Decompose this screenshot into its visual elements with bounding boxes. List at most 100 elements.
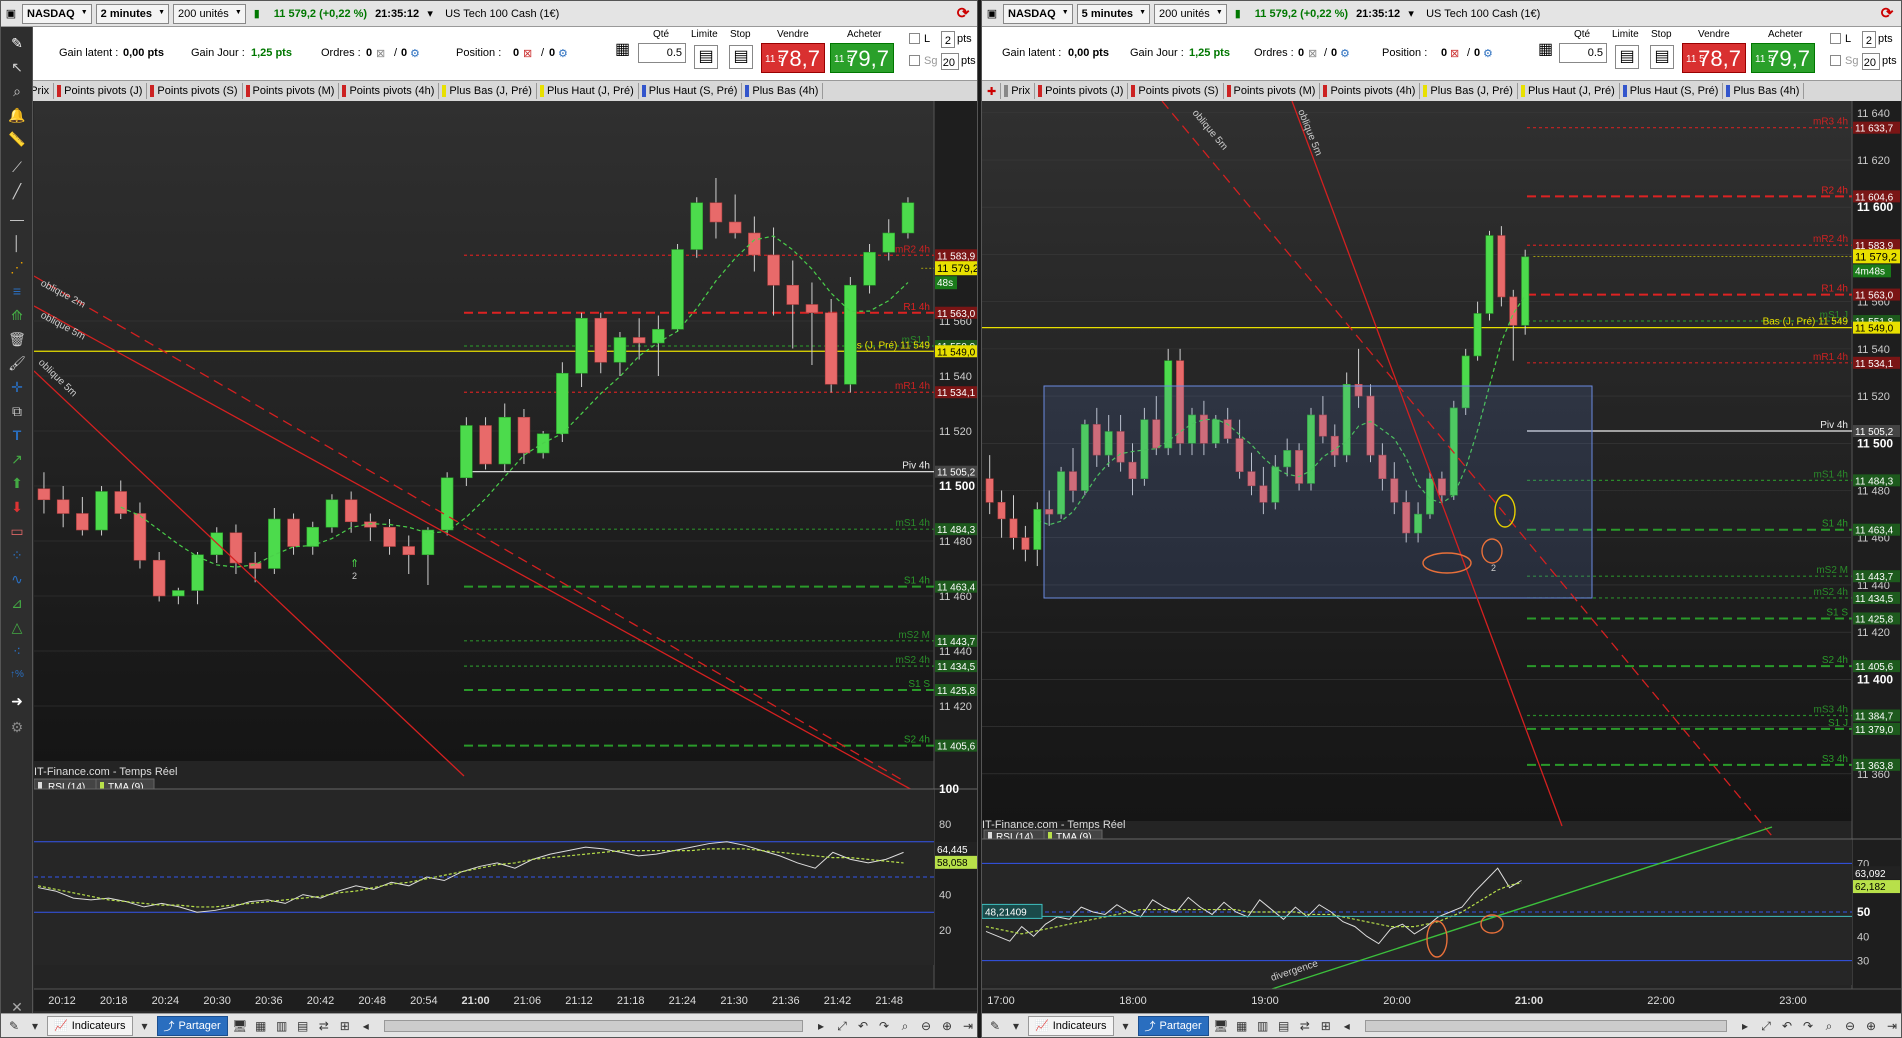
pencil-icon[interactable]: ✎ [986,1017,1004,1035]
brush-icon[interactable]: 🖌 [7,353,27,373]
hline-icon[interactable]: ― [7,209,27,229]
l-checkbox[interactable] [909,33,920,44]
indicator-tag[interactable]: Points pivots (4h) [1321,83,1421,99]
percent-icon[interactable]: ↑% [7,665,27,685]
ordres-settings-icon[interactable]: ⚙ [410,47,420,60]
instrument-select[interactable]: NASDAQ [1003,3,1073,24]
chart-canvas[interactable]: 11 42011 44011 46011 48011 50011 52011 5… [34,101,978,1011]
arrow-up-icon[interactable]: ⬆ [7,473,27,493]
scroll-right-icon[interactable]: ▸ [812,1017,830,1035]
indicator-tag[interactable]: Points pivots (M) [244,83,340,99]
chart-canvas[interactable]: 11 36011 38011 40011 42011 44011 46011 4… [982,101,1901,1013]
zoom-in-icon[interactable]: ⊕ [1862,1017,1880,1035]
window-menu-icon[interactable]: ▣ [985,7,999,21]
position-settings-icon[interactable]: ⚙ [558,47,568,60]
fibonacci-icon[interactable]: ⋰ [7,257,27,277]
refresh-icon[interactable]: ⟳ [1877,4,1897,22]
scroll-left-icon[interactable]: ◂ [357,1017,375,1035]
dropdown-icon[interactable]: ▾ [26,1017,44,1035]
qte-input[interactable]: 0.5 [638,43,686,63]
autoscroll-icon[interactable]: ⇥ [1883,1017,1901,1035]
indicator-tag[interactable]: Plus Haut (S, Pré) [640,83,743,99]
compare-icon[interactable]: ⇄ [1296,1017,1314,1035]
screen-icon[interactable]: 🖥 [231,1017,249,1035]
scroll-left-icon[interactable]: ◂ [1338,1017,1356,1035]
indicator-tag[interactable]: Plus Bas (J, Pré) [440,83,537,99]
settings-icon[interactable]: ⚙ [7,717,27,737]
partager-button[interactable]: ⤴ Partager [156,1015,228,1036]
arrow-tool-icon[interactable]: ↗ [7,449,27,469]
alert-bell-icon[interactable]: 🔔 [7,105,27,125]
calculator-icon[interactable]: ▦ [1538,42,1553,58]
channel-icon[interactable]: ≡ [7,281,27,301]
calculator-icon[interactable]: ▦ [615,42,630,58]
pencil-icon[interactable]: ✎ [5,1017,23,1035]
sell-button[interactable]: 11 5 78,7 [761,43,825,73]
buy-button[interactable]: 11 5 79,7 [830,43,894,73]
undo-icon[interactable]: ↶ [854,1017,872,1035]
points-icon[interactable]: ⁘ [7,545,27,565]
zoom-in-icon[interactable]: ⊕ [938,1017,956,1035]
screen-icon[interactable]: 🖥 [1212,1017,1230,1035]
sell-button[interactable]: 11 5 78,7 [1682,43,1746,73]
indicateurs-button[interactable]: 📈 Indicateurs [47,1015,133,1036]
indicator-tag[interactable]: Points pivots (S) [148,83,243,99]
dropdown-icon[interactable]: ▾ [423,7,437,21]
sg-checkbox[interactable] [1830,55,1841,66]
position-close-icon[interactable]: ⊠ [1450,47,1459,60]
pts-input[interactable]: 2 [941,31,955,48]
zoom-fit-icon[interactable]: ⌕ [896,1017,914,1035]
l-checkbox[interactable] [1830,33,1841,44]
indicator-tag[interactable]: Plus Haut (S, Pré) [1621,83,1724,99]
horizontal-scrollbar[interactable] [1364,1019,1727,1032]
layout-icon[interactable]: ⊞ [336,1017,354,1035]
indicator-tag[interactable]: Points pivots (J) [55,83,148,99]
cursor-icon[interactable]: ↖ [7,57,27,77]
pencil-icon[interactable]: ✎ [7,33,27,53]
refresh-icon[interactable]: ⟳ [953,4,973,22]
triangle-icon[interactable]: △ [7,617,27,637]
indicator-tag[interactable]: Points pivots (4h) [340,83,440,99]
fit-icon[interactable]: ⤢ [833,1017,851,1035]
trendline-icon[interactable]: ⟋ [7,157,27,177]
rectangle-icon[interactable]: ▭ [7,521,27,541]
timeframe-select[interactable]: 2 minutes [95,3,170,24]
autoscroll-icon[interactable]: ⇥ [959,1017,977,1035]
stop-order-icon[interactable]: ▤ [1650,45,1674,69]
sg-input[interactable]: 20 [1862,53,1880,70]
table-icon[interactable]: ▦ [252,1017,270,1035]
zoom-out-icon[interactable]: ⊖ [1841,1017,1859,1035]
indicator-tag[interactable]: Prix [1002,83,1036,99]
scroll-right-icon[interactable]: ▸ [1736,1017,1754,1035]
pitchfork-icon[interactable]: ⟰ [7,305,27,325]
indicator-tag[interactable]: Points pivots (M) [1225,83,1321,99]
instrument-select[interactable]: NASDAQ [22,3,92,24]
pattern-icon[interactable]: ⊿ [7,593,27,613]
table-icon[interactable]: ▦ [1233,1017,1251,1035]
ruler-icon[interactable]: 📏 [7,129,27,149]
partager-button[interactable]: ⤴ Partager [1137,1015,1209,1036]
arrow-right-icon[interactable]: ➜ [7,691,27,711]
limite-order-icon[interactable]: ▤ [694,45,718,69]
chart-type-icon[interactable]: ▥ [273,1017,291,1035]
bars-icon[interactable]: ▤ [294,1017,312,1035]
delete-icon[interactable]: 🗑 [7,329,27,349]
indicator-tag[interactable]: Points pivots (J) [1036,83,1129,99]
stop-order-icon[interactable]: ▤ [729,45,753,69]
buy-button[interactable]: 11 5 79,7 [1751,43,1815,73]
sg-checkbox[interactable] [909,55,920,66]
pts-input[interactable]: 2 [1862,31,1876,48]
window-menu-icon[interactable]: ▣ [4,7,18,21]
sg-input[interactable]: 20 [941,53,959,70]
ordres-cancel-icon[interactable]: ⊠ [376,47,385,60]
vline-icon[interactable]: │ [7,233,27,253]
indicator-tag[interactable]: Plus Bas (4h) [743,83,824,99]
timeframe-select[interactable]: 5 minutes [1076,3,1151,24]
fit-icon[interactable]: ⤢ [1757,1017,1775,1035]
redo-icon[interactable]: ↷ [1799,1017,1817,1035]
bars-icon[interactable]: ▤ [1275,1017,1293,1035]
units-select[interactable]: 200 unités [1154,3,1227,24]
undo-icon[interactable]: ↶ [1778,1017,1796,1035]
indicator-tag[interactable]: Plus Bas (4h) [1724,83,1805,99]
zoom-out-icon[interactable]: ⊖ [917,1017,935,1035]
